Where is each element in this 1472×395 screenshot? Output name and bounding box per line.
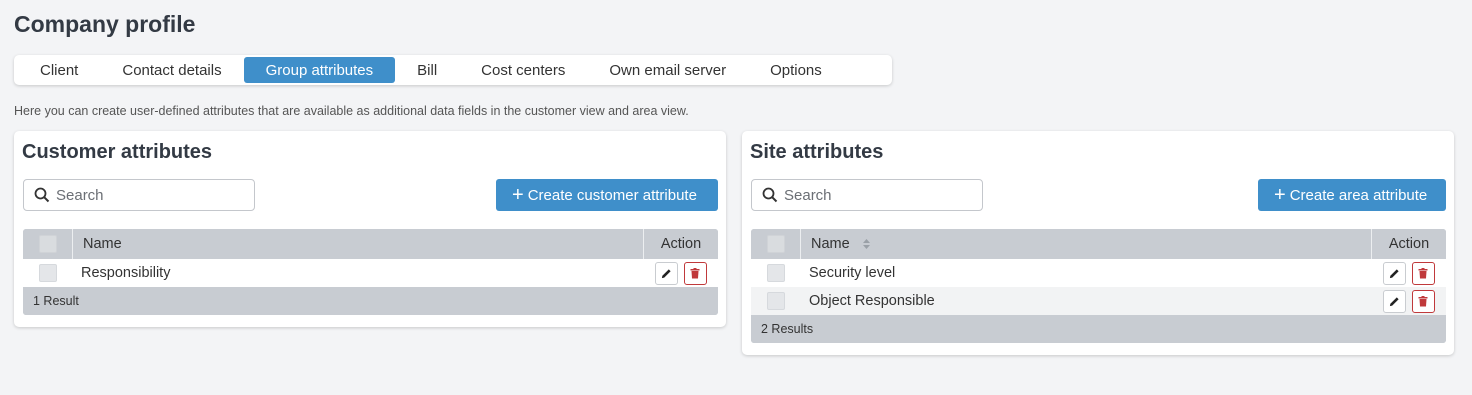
trash-icon xyxy=(1418,267,1428,278)
site-search-box xyxy=(751,179,983,211)
sort-icon[interactable] xyxy=(862,238,871,250)
grid-header: Name Action xyxy=(23,229,718,259)
grid-header: Name Action xyxy=(751,229,1446,259)
action-column-header: Action xyxy=(1371,229,1446,259)
pencil-icon xyxy=(1389,296,1399,306)
customer-attributes-title: Customer attributes xyxy=(22,141,213,163)
select-all-checkbox[interactable] xyxy=(766,235,785,253)
site-search-input[interactable] xyxy=(784,186,974,204)
name-column-label: Name xyxy=(811,236,850,252)
create-area-attribute-label: Create area attribute xyxy=(1289,186,1428,204)
delete-button[interactable] xyxy=(683,261,707,285)
name-column-header[interactable]: Name xyxy=(801,229,1371,259)
site-attributes-title: Site attributes xyxy=(750,141,884,163)
search-icon xyxy=(762,187,778,203)
tab-own-email-server[interactable]: Own email server xyxy=(587,57,748,83)
site-attributes-grid: Name Action Security level Object Respon xyxy=(751,229,1446,343)
create-customer-attribute-label: Create customer attribute xyxy=(527,186,697,204)
row-name: Responsibility xyxy=(81,265,171,281)
action-column-header: Action xyxy=(643,229,718,259)
name-column-header[interactable]: Name xyxy=(73,229,643,259)
select-all-checkbox[interactable] xyxy=(38,235,57,253)
tab-options[interactable]: Options xyxy=(748,57,844,83)
customer-search-box xyxy=(23,179,255,211)
table-row: Responsibility xyxy=(23,259,718,287)
edit-button[interactable] xyxy=(1382,289,1406,313)
row-name: Object Responsible xyxy=(809,293,935,309)
row-checkbox[interactable] xyxy=(767,264,785,282)
result-count: 1 Result xyxy=(23,287,718,315)
plus-icon: + xyxy=(512,184,524,206)
row-checkbox[interactable] xyxy=(767,292,785,310)
search-icon xyxy=(34,187,50,203)
edit-button[interactable] xyxy=(1382,261,1406,285)
tab-client[interactable]: Client xyxy=(18,57,100,83)
page-description: Here you can create user-defined attribu… xyxy=(14,104,689,118)
site-attributes-panel: Site attributes + Create area attribute … xyxy=(742,131,1454,355)
tab-bar: Client Contact details Group attributes … xyxy=(14,55,892,85)
plus-icon: + xyxy=(1274,184,1286,206)
pencil-icon xyxy=(661,268,671,278)
customer-search-input[interactable] xyxy=(56,186,246,204)
table-row: Security level xyxy=(751,259,1446,287)
page-title: Company profile xyxy=(14,11,196,37)
delete-button[interactable] xyxy=(1411,289,1435,313)
edit-button[interactable] xyxy=(654,261,678,285)
create-area-attribute-button[interactable]: + Create area attribute xyxy=(1258,179,1446,211)
customer-attributes-grid: Name Action Responsibility 1 Result xyxy=(23,229,718,315)
delete-button[interactable] xyxy=(1411,261,1435,285)
row-checkbox[interactable] xyxy=(39,264,57,282)
tab-contact-details[interactable]: Contact details xyxy=(100,57,243,83)
row-name: Security level xyxy=(809,265,896,281)
create-customer-attribute-button[interactable]: + Create customer attribute xyxy=(496,179,718,211)
result-count: 2 Results xyxy=(751,315,1446,343)
pencil-icon xyxy=(1389,268,1399,278)
tab-cost-centers[interactable]: Cost centers xyxy=(459,57,587,83)
tab-group-attributes[interactable]: Group attributes xyxy=(243,57,396,83)
trash-icon xyxy=(1418,295,1428,306)
trash-icon xyxy=(690,267,700,278)
table-row: Object Responsible xyxy=(751,287,1446,315)
tab-bill[interactable]: Bill xyxy=(395,57,459,83)
customer-attributes-panel: Customer attributes + Create customer at… xyxy=(14,131,726,327)
